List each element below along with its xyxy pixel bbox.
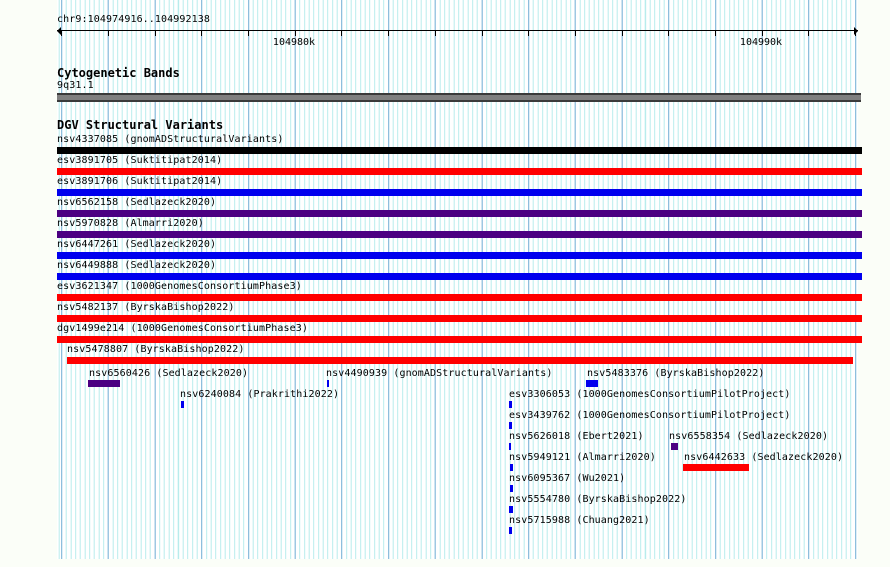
variant-label-nsv4337085[interactable]: nsv4337085 (gnomADStructuralVariants) bbox=[57, 134, 283, 146]
variant-label-nsv6447261[interactable]: nsv6447261 (Sedlazeck2020) bbox=[57, 239, 216, 251]
variant-label-dgv1499e214[interactable]: dgv1499e214 (1000GenomesConsortiumPhase3… bbox=[57, 323, 308, 335]
variant-bar-nsv6560426[interactable] bbox=[88, 380, 120, 387]
variant-bar-nsv5970828[interactable] bbox=[57, 231, 862, 238]
ruler-tick bbox=[434, 30, 436, 36]
variant-label-nsv6442633[interactable]: nsv6442633 (Sedlazeck2020) bbox=[684, 452, 843, 464]
ruler-tick bbox=[668, 30, 670, 36]
variant-label-nsv5715988[interactable]: nsv5715988 (Chuang2021) bbox=[509, 515, 650, 527]
variant-bar-nsv4490939[interactable] bbox=[327, 380, 329, 387]
ruler-tick bbox=[808, 30, 810, 36]
variant-bar-esv3439762[interactable] bbox=[509, 422, 512, 429]
variant-bar-esv3621347[interactable] bbox=[57, 294, 862, 301]
variant-label-nsv5970828[interactable]: nsv5970828 (Almarri2020) bbox=[57, 218, 204, 230]
ruler-tick bbox=[574, 30, 576, 36]
variant-label-esv3621347[interactable]: esv3621347 (1000GenomesConsortiumPhase3) bbox=[57, 281, 302, 293]
variant-label-nsv6449888[interactable]: nsv6449888 (Sedlazeck2020) bbox=[57, 260, 216, 272]
ruler-tick bbox=[621, 30, 623, 36]
variant-label-esv3439762[interactable]: esv3439762 (1000GenomesConsortiumPilotPr… bbox=[509, 410, 791, 422]
variant-bar-nsv5626018[interactable] bbox=[509, 443, 511, 450]
variant-label-nsv5554780[interactable]: nsv5554780 (ByrskaBishop2022) bbox=[509, 494, 687, 506]
variant-bar-nsv5554780[interactable] bbox=[509, 506, 513, 513]
variant-label-nsv6095367[interactable]: nsv6095367 (Wu2021) bbox=[509, 473, 625, 485]
ruler-tick bbox=[528, 30, 530, 36]
ruler-tick bbox=[761, 30, 763, 36]
ruler-tick bbox=[388, 30, 390, 36]
variant-bar-esv3306053[interactable] bbox=[509, 401, 512, 408]
cytoband-label: 9q31.1 bbox=[57, 80, 94, 91]
variant-label-esv3306053[interactable]: esv3306053 (1000GenomesConsortiumPilotPr… bbox=[509, 389, 791, 401]
ruler-tick-label: 104990k bbox=[739, 37, 783, 48]
variant-label-nsv6560426[interactable]: nsv6560426 (Sedlazeck2020) bbox=[89, 368, 248, 380]
variant-bar-esv3891706[interactable] bbox=[57, 189, 862, 196]
ruler-tick bbox=[107, 30, 109, 36]
variant-bar-nsv6447261[interactable] bbox=[57, 252, 862, 259]
variant-bar-nsv6449888[interactable] bbox=[57, 273, 862, 280]
variant-bar-nsv6240084[interactable] bbox=[181, 401, 184, 408]
cytobands-track-title: Cytogenetic Bands bbox=[57, 66, 180, 80]
ruler-tick bbox=[248, 30, 249, 36]
variant-bar-nsv6558354[interactable] bbox=[671, 443, 678, 450]
variant-bar-nsv5482137[interactable] bbox=[57, 315, 862, 322]
ruler-tick bbox=[481, 30, 483, 36]
variant-bar-nsv5715988[interactable] bbox=[509, 527, 512, 534]
ruler-tick-label: 104980k bbox=[272, 37, 316, 48]
variant-label-nsv6562158[interactable]: nsv6562158 (Sedlazeck2020) bbox=[57, 197, 216, 209]
variant-bar-dgv1499e214[interactable] bbox=[57, 336, 862, 343]
ruler-line bbox=[57, 30, 858, 31]
variant-label-esv3891705[interactable]: esv3891705 (Suktitipat2014) bbox=[57, 155, 222, 167]
variant-bar-nsv6562158[interactable] bbox=[57, 210, 862, 217]
cytoband-bar bbox=[57, 93, 861, 102]
genome-browser-panel: chr9:104974916..104992138 104980k 104990k… bbox=[0, 0, 890, 567]
region-title: chr9:104974916..104992138 bbox=[57, 14, 211, 25]
variant-bar-nsv5949121[interactable] bbox=[510, 464, 513, 471]
variant-label-esv3891706[interactable]: esv3891706 (Suktitipat2014) bbox=[57, 176, 222, 188]
ruler-tick bbox=[154, 30, 156, 36]
dgv-track-title: DGV Structural Variants bbox=[57, 118, 224, 132]
variant-label-nsv5483376[interactable]: nsv5483376 (ByrskaBishop2022) bbox=[587, 368, 765, 380]
variant-bar-nsv6095367[interactable] bbox=[510, 485, 513, 492]
variant-bar-nsv4337085[interactable] bbox=[57, 147, 862, 154]
variant-bar-nsv6442633[interactable] bbox=[683, 464, 749, 471]
variant-label-nsv5626018[interactable]: nsv5626018 (Ebert2021) bbox=[509, 431, 644, 443]
variant-label-nsv5482137[interactable]: nsv5482137 (ByrskaBishop2022) bbox=[57, 302, 235, 314]
variant-label-nsv6240084[interactable]: nsv6240084 (Prakrithi2022) bbox=[180, 389, 339, 401]
variant-bar-nsv5478807[interactable] bbox=[67, 357, 853, 364]
ruler-tick bbox=[61, 30, 63, 36]
variant-label-nsv5478807[interactable]: nsv5478807 (ByrskaBishop2022) bbox=[67, 344, 245, 356]
ruler-tick bbox=[715, 30, 716, 36]
ruler-tick bbox=[294, 30, 296, 36]
ruler-tick bbox=[855, 30, 857, 36]
variant-label-nsv4490939[interactable]: nsv4490939 (gnomADStructuralVariants) bbox=[326, 368, 552, 380]
variant-label-nsv6558354[interactable]: nsv6558354 (Sedlazeck2020) bbox=[669, 431, 828, 443]
variant-bar-nsv5483376[interactable] bbox=[586, 380, 598, 387]
ruler-tick bbox=[201, 30, 203, 36]
variant-bar-esv3891705[interactable] bbox=[57, 168, 862, 175]
variant-label-nsv5949121[interactable]: nsv5949121 (Almarri2020) bbox=[509, 452, 656, 464]
ruler-tick bbox=[341, 30, 343, 36]
